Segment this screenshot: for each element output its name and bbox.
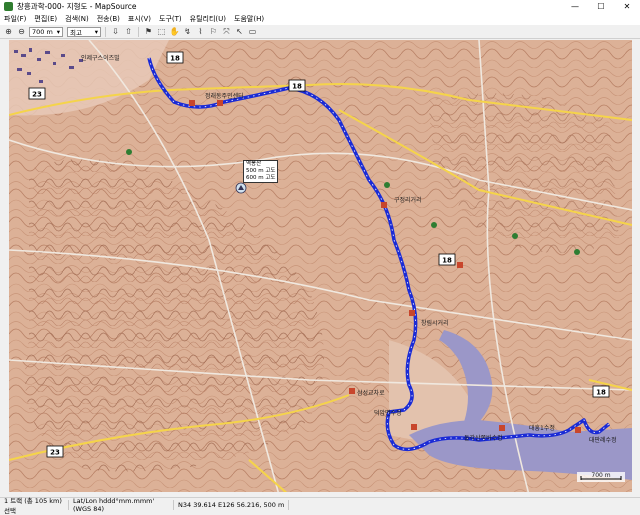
measure-icon[interactable]: ⤧ — [221, 26, 232, 37]
menu-view[interactable]: 표시(V) — [124, 14, 155, 24]
zoom-out-icon[interactable]: ⊖ — [16, 26, 27, 37]
peak-altitude-1: 500 m 고도 — [246, 168, 276, 174]
highway-18-shield-2: 18 — [288, 79, 306, 92]
app-icon — [4, 2, 13, 11]
place-label-se2: 둘각산쪽바수정 — [464, 434, 503, 442]
detail-level-select[interactable]: 최고 ▾ — [67, 26, 101, 37]
vertical-scrollbar[interactable] — [632, 40, 640, 495]
svg-text:23: 23 — [32, 91, 42, 99]
receive-from-device-icon[interactable]: ⇩ — [110, 26, 121, 37]
zoom-level-select[interactable]: 700 m ▾ — [29, 26, 63, 37]
status-track: 1 트랙 (총 105 km) 선택 — [0, 497, 69, 515]
scale-bar: 700 m — [577, 472, 625, 482]
svg-text:700 m: 700 m — [591, 472, 610, 479]
place-label-se4: 대판례수정 — [589, 436, 617, 444]
place-label-top: 인제구스이즈빌 — [81, 54, 120, 62]
peak-popup: 역봉산 500 m 고도 600 m 고도 — [243, 160, 279, 183]
menu-utilities[interactable]: 유틸리티(U) — [186, 14, 230, 24]
place-label-mid: 정래동주민센터 — [205, 92, 244, 100]
map-canvas: 18 18 18 18 23 23 인제구스이즈빌 정래동주민센터 구정리거리 … — [9, 40, 632, 495]
status-bar: 1 트랙 (총 105 km) 선택 Lat/Lon hddd°mm.mmm' … — [0, 497, 640, 515]
menu-tools[interactable]: 도구(T) — [155, 14, 186, 24]
place-label-se1: 덕암면수정 — [374, 409, 402, 417]
svg-text:18: 18 — [292, 83, 302, 91]
svg-text:23: 23 — [50, 449, 60, 457]
route-tool-icon[interactable]: ↯ — [182, 26, 193, 37]
place-label-mid2: 구정리거리 — [394, 196, 422, 204]
send-to-device-icon[interactable]: ⇧ — [123, 26, 134, 37]
waypoint-tool-icon[interactable]: ⚑ — [143, 26, 154, 37]
peak-altitude-2: 600 m 고도 — [246, 175, 276, 181]
minimize-button[interactable]: — — [562, 0, 588, 13]
close-button[interactable]: ✕ — [614, 0, 640, 13]
highway-23-shield-1: 23 — [28, 87, 46, 100]
flag-icon[interactable]: ⚐ — [208, 26, 219, 37]
highway-18-shield-3: 18 — [438, 253, 456, 266]
left-margin — [0, 40, 9, 495]
distance-icon[interactable]: ▭ — [247, 26, 258, 37]
menu-transfer[interactable]: 전송(B) — [93, 14, 124, 24]
svg-text:18: 18 — [596, 389, 606, 397]
map-view[interactable]: 18 18 18 18 23 23 인제구스이즈빌 정래동주민센터 구정리거리 … — [9, 40, 632, 495]
toolbar: ⊕ ⊖ 700 m ▾ 최고 ▾ ⇩ ⇧ ⚑ ⬚ ✋ ↯ ⌇ ⚐ ⤧ ↖ ▭ — [0, 25, 640, 39]
menu-file[interactable]: 파일(F) — [0, 14, 30, 24]
highway-18-shield-1: 18 — [166, 51, 184, 64]
svg-text:18: 18 — [170, 55, 180, 63]
pan-hand-icon[interactable]: ✋ — [169, 26, 180, 37]
track-tool-icon[interactable]: ⌇ — [195, 26, 206, 37]
highway-23-shield-2: 23 — [46, 445, 64, 458]
menu-edit[interactable]: 편집(E) — [30, 14, 61, 24]
menu-find[interactable]: 검색(N) — [61, 14, 93, 24]
place-label-junction: 삼성교차로 — [357, 389, 385, 397]
status-coordinates: N34 39.614 E126 56.216, 500 m — [174, 499, 290, 510]
pointer-icon[interactable]: ↖ — [234, 26, 245, 37]
status-format: Lat/Lon hddd°mm.mmm' (WGS 84) — [69, 497, 174, 513]
title-bar: 창흥과학-000- 지형도 - MapSource — ☐ ✕ — [0, 0, 640, 13]
highway-18-shield-4: 18 — [592, 385, 610, 398]
peak-marker — [235, 182, 247, 194]
svg-text:18: 18 — [442, 257, 452, 265]
select-tool-icon[interactable]: ⬚ — [156, 26, 167, 37]
menu-help[interactable]: 도움말(H) — [230, 14, 268, 24]
peak-name: 역봉산 — [246, 161, 262, 167]
place-label-south: 창림시거리 — [421, 319, 449, 327]
place-label-se3: 대흥1수정 — [529, 424, 555, 432]
maximize-button[interactable]: ☐ — [588, 0, 614, 13]
window-title: 창흥과학-000- 지형도 - MapSource — [17, 2, 137, 11]
zoom-in-icon[interactable]: ⊕ — [3, 26, 14, 37]
